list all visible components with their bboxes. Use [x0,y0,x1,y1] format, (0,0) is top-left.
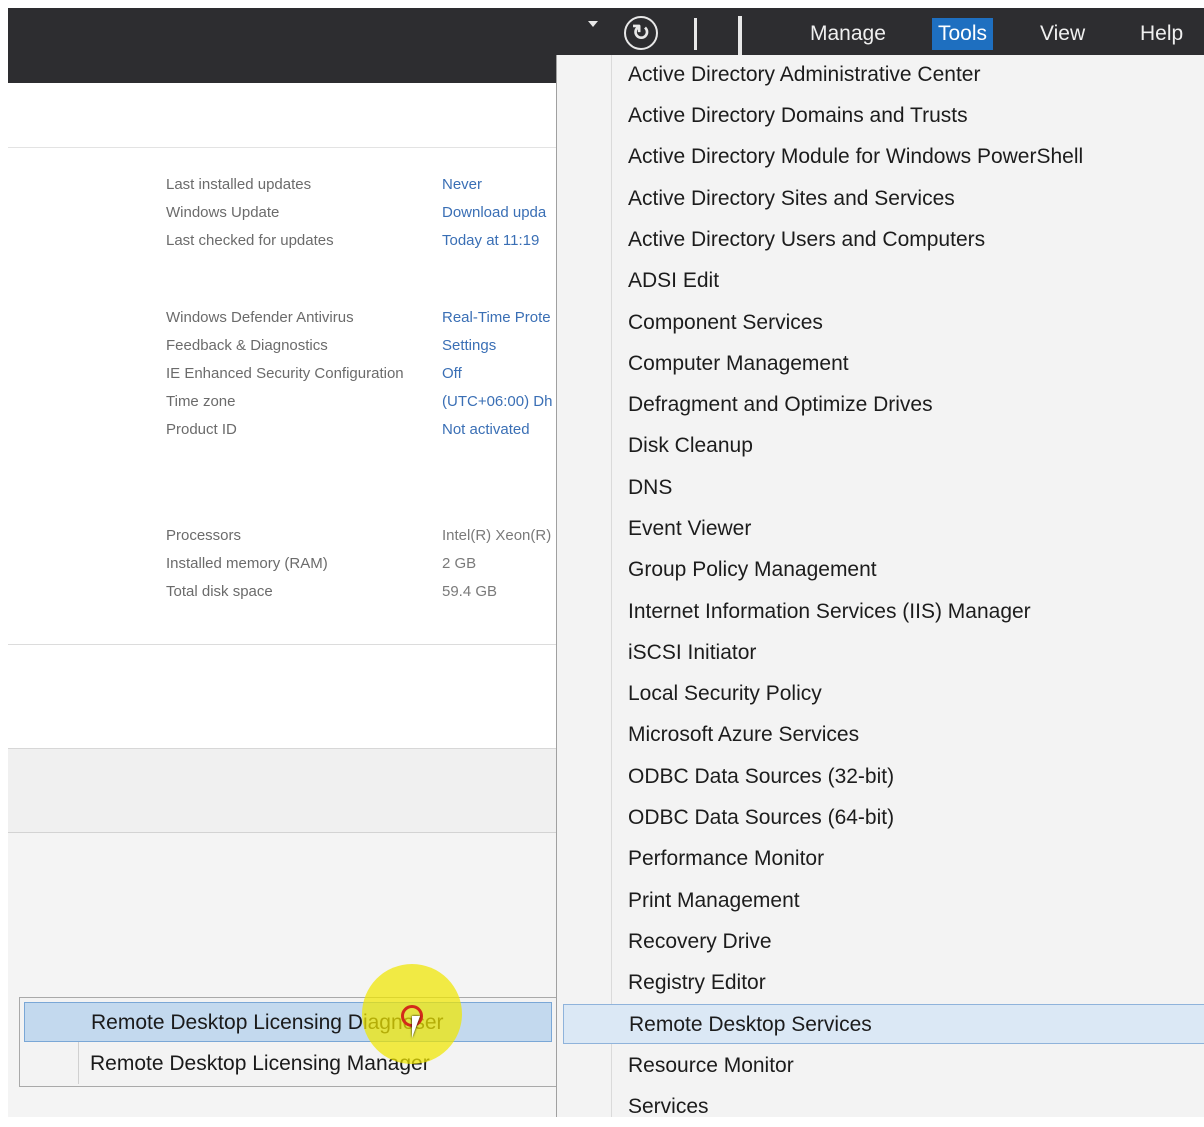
tools-item-ad-powershell-module[interactable]: Active Directory Module for Windows Powe… [563,137,1204,177]
tools-item-dns[interactable]: DNS [563,468,1204,508]
flag-icon[interactable] [738,16,742,56]
tools-item-recovery-drive[interactable]: Recovery Drive [563,922,1204,962]
panel-subheader [8,83,556,148]
events-header-band [8,749,556,833]
toolbar-separator [694,18,697,50]
refresh-icon[interactable]: ↻ [624,16,658,50]
prop-label: IE Enhanced Security Configuration [166,365,404,382]
tools-item-component-services[interactable]: Component Services [563,303,1204,343]
tools-item-adsi-edit[interactable]: ADSI Edit [563,261,1204,301]
menu-manage[interactable]: Manage [804,18,892,50]
tools-item-odbc-32[interactable]: ODBC Data Sources (32-bit) [563,757,1204,797]
tools-item-ad-domains-trusts[interactable]: Active Directory Domains and Trusts [563,96,1204,136]
tools-dropdown-menu: Active Directory Administrative Center A… [556,55,1204,1118]
prop-value-link[interactable]: Never [442,176,560,193]
panel-gap [8,645,556,749]
tools-item-ad-admin-center[interactable]: Active Directory Administrative Center [563,55,1204,95]
tools-item-odbc-64[interactable]: ODBC Data Sources (64-bit) [563,798,1204,838]
prop-value-link[interactable]: Not activated [442,421,560,438]
tools-item-azure-services[interactable]: Microsoft Azure Services [563,715,1204,755]
tools-item-services[interactable]: Services [563,1087,1204,1127]
prop-label: Processors [166,527,242,544]
prop-value-link[interactable]: Settings [442,337,560,354]
tools-item-registry-editor[interactable]: Registry Editor [563,963,1204,1003]
tools-item-ad-users-computers[interactable]: Active Directory Users and Computers [563,220,1204,260]
prop-label: Windows Update [166,204,280,221]
prop-value: Intel(R) Xeon(R) [442,527,552,544]
submenu-item-licensing-manager[interactable]: Remote Desktop Licensing Manager [24,1044,552,1084]
tools-item-event-viewer[interactable]: Event Viewer [563,509,1204,549]
prop-label: Last checked for updates [166,232,334,249]
tools-item-performance-monitor[interactable]: Performance Monitor [563,839,1204,879]
prop-label: Total disk space [166,583,273,600]
prop-label: Product ID [166,421,237,438]
mouse-pointer-icon [412,1016,420,1038]
menu-help[interactable]: Help [1134,18,1189,50]
tools-item-defragment[interactable]: Defragment and Optimize Drives [563,385,1204,425]
prop-value-link[interactable]: (UTC+06:00) Dh [442,393,560,410]
submenu-item-licensing-diagnoser[interactable]: Remote Desktop Licensing Diagnoser [24,1002,552,1042]
tools-item-ad-sites-services[interactable]: Active Directory Sites and Services [563,179,1204,219]
prop-value-link[interactable]: Today at 11:19 [442,232,560,249]
tools-item-iis-manager[interactable]: Internet Information Services (IIS) Mana… [563,592,1204,632]
prop-value-link[interactable]: Off [442,365,560,382]
menu-tools[interactable]: Tools [932,18,994,50]
dropdown-arrow-icon[interactable] [588,21,598,27]
menu-view[interactable]: View [1034,18,1091,50]
tools-item-print-management[interactable]: Print Management [563,881,1204,921]
prop-label: Windows Defender Antivirus [166,309,354,326]
tools-item-resource-monitor[interactable]: Resource Monitor [563,1046,1204,1086]
tools-item-disk-cleanup[interactable]: Disk Cleanup [563,426,1204,466]
prop-value: 59.4 GB [442,583,498,600]
remote-desktop-submenu: Remote Desktop Licensing Diagnoser Remot… [19,997,557,1087]
tools-item-remote-desktop-services[interactable]: Remote Desktop Services [563,1004,1204,1044]
prop-label: Feedback & Diagnostics [166,337,328,354]
tools-item-computer-management[interactable]: Computer Management [563,344,1204,384]
prop-label: Installed memory (RAM) [166,555,328,572]
tools-item-group-policy[interactable]: Group Policy Management [563,550,1204,590]
tools-item-iscsi-initiator[interactable]: iSCSI Initiator [563,633,1204,673]
prop-value-link[interactable]: Real-Time Prote [442,309,560,326]
prop-value: 2 GB [442,555,477,572]
prop-label: Last installed updates [166,176,312,193]
prop-value-link[interactable]: Download upda [442,204,560,221]
prop-label: Time zone [166,393,236,410]
server-properties-panel: Last installed updates Never Windows Upd… [8,148,556,645]
tools-item-local-security-policy[interactable]: Local Security Policy [563,674,1204,714]
